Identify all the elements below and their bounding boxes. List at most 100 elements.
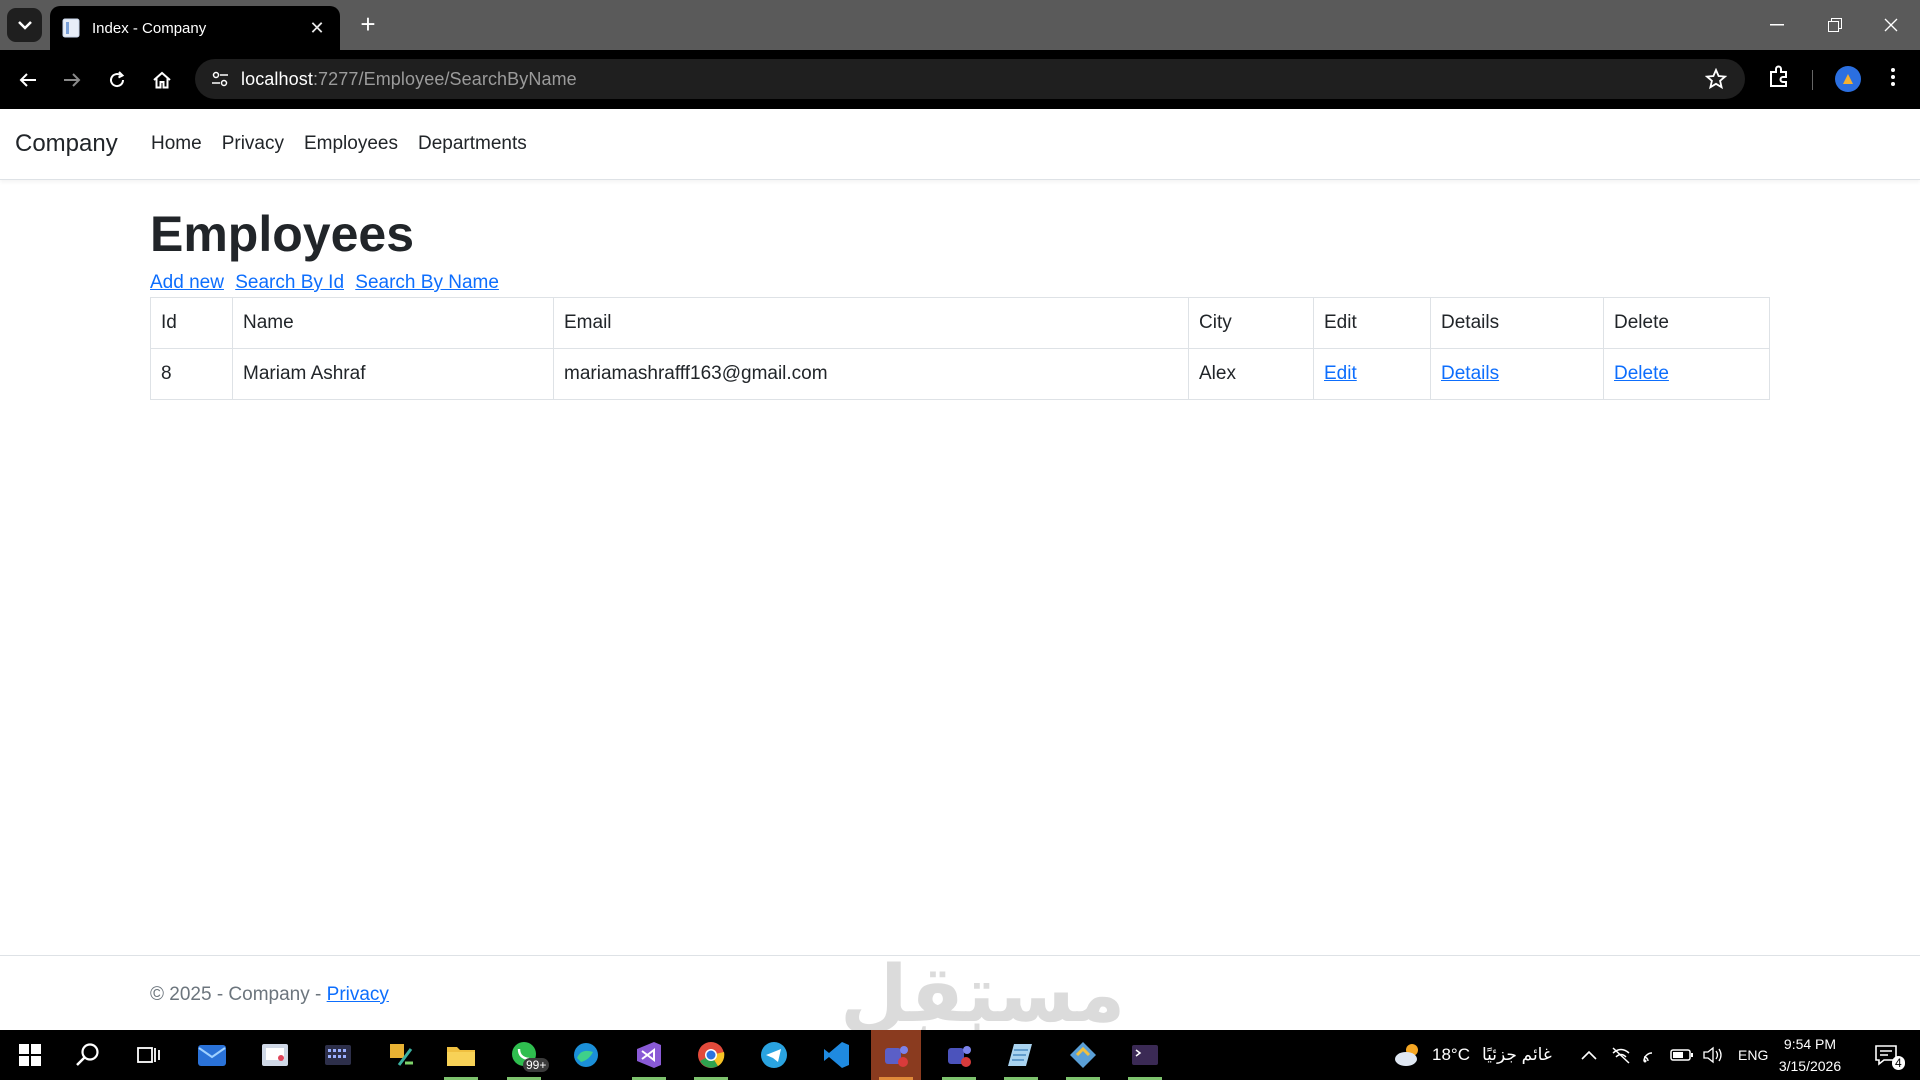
cell-city: Alex xyxy=(1188,348,1314,400)
nav-link-privacy[interactable]: Privacy xyxy=(222,133,284,155)
search-by-id-link[interactable]: Search By Id xyxy=(235,272,344,293)
bookmark-star-icon[interactable] xyxy=(1704,67,1728,95)
taskbar-app-explorer[interactable] xyxy=(436,1030,486,1080)
page-title: Employees xyxy=(150,206,415,262)
battery-icon[interactable] xyxy=(1670,1047,1694,1063)
tab-close-icon[interactable]: ✕ xyxy=(306,18,328,39)
address-bar[interactable]: localhost:7277/Employee/SearchByName xyxy=(195,59,1745,99)
taskbar-app-git[interactable] xyxy=(1058,1030,1108,1080)
main-content: Employees Add new Search By Id Search By… xyxy=(150,180,1770,400)
taskbar-app-calculator[interactable] xyxy=(313,1030,363,1080)
nav-link-home[interactable]: Home xyxy=(151,133,202,155)
browser-menu-button[interactable] xyxy=(1880,64,1906,95)
folder-icon xyxy=(447,1047,475,1066)
weather-temp: 18°C xyxy=(1432,1045,1470,1064)
more-vert-icon xyxy=(1891,68,1895,86)
details-link[interactable]: Details xyxy=(1441,363,1499,384)
url-path: :7277/Employee/SearchByName xyxy=(312,68,577,89)
url-text: localhost:7277/Employee/SearchByName xyxy=(241,69,577,90)
weather-cloud-icon xyxy=(1395,1044,1418,1066)
footer-copyright: © 2025 - Company - xyxy=(150,984,327,1005)
chevron-up-icon[interactable] xyxy=(1580,1048,1598,1062)
nav-link-departments[interactable]: Departments xyxy=(418,133,527,155)
terminal-icon xyxy=(1132,1045,1158,1065)
profile-avatar[interactable] xyxy=(1835,66,1861,92)
forward-button[interactable] xyxy=(56,64,88,96)
taskbar-app-snipping[interactable] xyxy=(250,1030,300,1080)
add-new-link[interactable]: Add new xyxy=(150,272,224,293)
teams-classic-icon xyxy=(948,1046,971,1067)
taskbar-app-draw[interactable] xyxy=(376,1030,426,1080)
page-favicon-icon xyxy=(62,18,80,38)
taskbar-app-visual-studio[interactable] xyxy=(624,1030,674,1080)
back-button[interactable] xyxy=(12,64,44,96)
network-off-icon[interactable] xyxy=(1610,1045,1632,1065)
table-row: 8 Mariam Ashraf mariamashrafff163@gmail.… xyxy=(150,348,1770,400)
delete-link[interactable]: Delete xyxy=(1614,363,1669,384)
close-window-button[interactable] xyxy=(1862,0,1920,50)
nav-link-employees[interactable]: Employees xyxy=(304,133,398,155)
chevron-down-icon xyxy=(17,21,32,30)
snipping-tool-icon xyxy=(262,1044,288,1066)
weather-text: غائم جزئيًا xyxy=(1481,1045,1552,1064)
notes-app-icon xyxy=(1008,1044,1032,1066)
tab-title: Index - Company xyxy=(92,19,207,37)
search-by-name-link[interactable]: Search By Name xyxy=(355,272,499,293)
new-tab-button[interactable]: + xyxy=(352,9,384,41)
arrow-right-icon xyxy=(64,73,81,87)
footer-text: © 2025 - Company - Privacy xyxy=(150,984,389,1006)
taskbar-app-teams-classic[interactable] xyxy=(934,1030,984,1080)
browser-tab-active[interactable]: Index - Company ✕ xyxy=(50,6,340,50)
taskbar-app-teams[interactable] xyxy=(871,1030,921,1080)
cell-edit: Edit xyxy=(1313,348,1431,400)
clock-time: 9:54 PM xyxy=(1783,1036,1837,1052)
taskbar-app-mail[interactable] xyxy=(187,1030,237,1080)
taskbar-search-button[interactable] xyxy=(63,1030,113,1080)
taskbar-app-notes[interactable] xyxy=(996,1030,1046,1080)
notification-count: 4 xyxy=(1892,1056,1905,1070)
volume-icon[interactable] xyxy=(1702,1046,1724,1064)
site-navbar: Company Home Privacy Employees Departmen… xyxy=(0,109,1920,180)
wifi-icon[interactable] xyxy=(1640,1045,1662,1065)
extensions-button[interactable] xyxy=(1766,64,1792,95)
taskbar-app-vscode[interactable] xyxy=(811,1030,861,1080)
weather-widget[interactable]: 18°C غائم جزئيًا xyxy=(1392,1030,1552,1080)
cell-details: Details xyxy=(1430,348,1604,400)
clock-date: 3/15/2026 xyxy=(1778,1058,1842,1074)
edit-link[interactable]: Edit xyxy=(1324,363,1357,384)
home-button[interactable] xyxy=(146,64,178,96)
taskbar-app-telegram[interactable] xyxy=(749,1030,799,1080)
taskbar-clock[interactable]: 9:54 PM 3/15/2026 xyxy=(1770,1033,1850,1077)
toolbar-separator xyxy=(1812,70,1813,90)
draw-app-icon xyxy=(390,1044,413,1066)
cell-email: mariamashrafff163@gmail.com xyxy=(553,348,1189,400)
vscode-icon xyxy=(824,1042,849,1068)
keyboard-app-icon xyxy=(325,1045,351,1065)
taskbar-app-whatsapp[interactable]: 99+ xyxy=(499,1030,550,1080)
close-icon xyxy=(1884,18,1898,32)
header-city: City xyxy=(1188,297,1314,349)
action-links: Add new Search By Id Search By Name xyxy=(150,272,1770,294)
restore-button[interactable] xyxy=(1806,0,1864,50)
mail-app-icon xyxy=(198,1045,226,1066)
git-app-icon xyxy=(1070,1042,1096,1068)
footer-privacy-link[interactable]: Privacy xyxy=(327,984,389,1005)
taskbar-app-edge[interactable] xyxy=(561,1030,611,1080)
employees-table: Id Name Email City Edit Details Delete 8… xyxy=(150,297,1770,400)
start-button[interactable] xyxy=(5,1030,55,1080)
notification-center-button[interactable]: 4 xyxy=(1862,1030,1912,1080)
header-email: Email xyxy=(553,297,1189,349)
brand-link[interactable]: Company xyxy=(15,130,118,158)
tab-search-button[interactable] xyxy=(7,8,42,42)
reload-button[interactable] xyxy=(101,64,133,96)
task-view-icon xyxy=(137,1047,160,1063)
site-info-icon[interactable] xyxy=(207,66,233,92)
system-tray: ENG xyxy=(1580,1030,1768,1080)
language-indicator[interactable]: ENG xyxy=(1738,1047,1768,1063)
chrome-icon xyxy=(698,1042,725,1068)
minimize-button[interactable] xyxy=(1748,0,1806,50)
task-view-button[interactable] xyxy=(124,1030,174,1080)
taskbar-app-chrome[interactable] xyxy=(686,1030,736,1080)
cell-delete: Delete xyxy=(1603,348,1770,400)
taskbar-app-terminal[interactable] xyxy=(1120,1030,1170,1080)
